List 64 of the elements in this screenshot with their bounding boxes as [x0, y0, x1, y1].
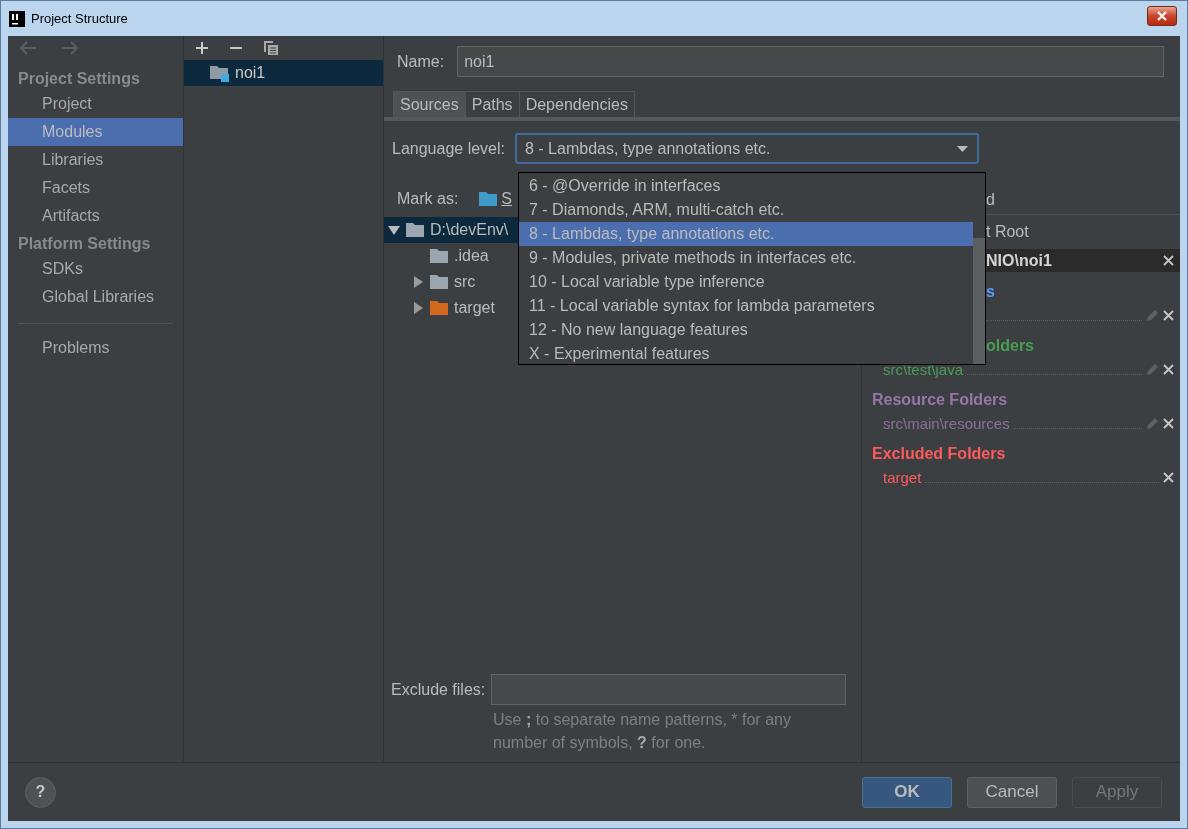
scrollbar-thumb[interactable] [973, 238, 985, 364]
module-folder-icon [210, 64, 229, 82]
language-level-option[interactable]: 6 - @Override in interfaces [519, 174, 973, 198]
tab[interactable]: Sources [393, 91, 466, 117]
exclude-files-field[interactable] [491, 674, 847, 705]
close-icon[interactable] [1163, 471, 1174, 483]
folder-icon [479, 192, 498, 206]
sidebar-section-title: Project Settings [17, 69, 141, 89]
sidebar-item[interactable]: Facets [8, 174, 183, 202]
tree-row[interactable]: .idea [384, 243, 518, 269]
sidebar-item[interactable]: SDKs [8, 255, 183, 283]
dialog-button[interactable]: OK [862, 776, 952, 808]
mark-as-label: Mark as: [397, 190, 459, 208]
language-level-option[interactable]: 7 - Diamonds, ARM, multi-catch etc. [519, 198, 973, 222]
folder-icon [430, 301, 448, 315]
sidebar-item[interactable]: Artifacts [8, 202, 183, 230]
language-level-label: Language level: [392, 139, 505, 158]
folder-group-title: s [986, 282, 996, 302]
sidebar-item[interactable]: Global Libraries [8, 283, 183, 311]
tree-row[interactable]: D:\devEnv\ [384, 217, 518, 243]
sidebar-item[interactable]: Libraries [8, 146, 183, 174]
close-icon[interactable] [1163, 417, 1174, 429]
expand-arrow-icon[interactable] [388, 224, 400, 236]
name-field[interactable]: noi1 [457, 46, 1164, 77]
window-title: Project Structure [31, 11, 128, 26]
name-label: Name: [397, 52, 445, 71]
expand-arrow-icon[interactable] [412, 302, 424, 314]
close-icon[interactable] [1163, 309, 1174, 321]
language-level-option[interactable]: 10 - Local variable type inference [519, 270, 973, 294]
folder-path: src\main\resources [883, 414, 1010, 432]
header-text: d [986, 191, 995, 209]
folder-group-title: Resource Folders [871, 390, 1009, 410]
content-root-title: t Root [986, 223, 1029, 241]
tree-row[interactable]: src [384, 269, 518, 295]
language-level-option[interactable]: 11 - Local variable syntax for lambda parameters [519, 294, 973, 318]
language-level-option[interactable]: 12 - No new language features [519, 318, 973, 342]
dropdown-caret-icon [957, 145, 968, 152]
close-icon[interactable] [1163, 255, 1174, 266]
folder-path: target [883, 468, 922, 486]
language-level-dropdown[interactable]: 8 - Lambdas, type annotations etc. [515, 133, 979, 164]
folder-icon [430, 275, 448, 289]
folder-icon [406, 223, 424, 237]
app-logo-icon [9, 10, 25, 27]
exclude-files-hint: Use ; to separate name patterns, * for any number of symbols, ? for one. [493, 710, 792, 753]
module-item[interactable]: noi1 [184, 60, 383, 86]
expand-arrow-icon[interactable] [412, 276, 424, 288]
tree-row[interactable]: target [384, 295, 518, 321]
folder-group-title: Excluded Folders [871, 444, 1007, 464]
help-button[interactable]: ? [25, 776, 56, 808]
copy-icon[interactable] [263, 40, 279, 56]
content-root-path: NIO\noi1 [986, 249, 1180, 272]
dialog-button[interactable]: Cancel [967, 776, 1057, 808]
sources-mark-button[interactable]: S [479, 190, 512, 208]
folder-icon [430, 249, 448, 263]
add-icon[interactable] [195, 41, 209, 55]
sidebar-item[interactable]: Problems [8, 334, 183, 362]
close-icon[interactable] [1163, 363, 1174, 375]
close-button[interactable] [1147, 5, 1177, 26]
exclude-files-label: Exclude files: [391, 680, 486, 699]
close-icon [1156, 10, 1168, 21]
sidebar-section-title: Platform Settings [17, 234, 152, 254]
language-level-option[interactable]: 9 - Modules, private methods in interfaces etc. [519, 246, 973, 270]
folder-group-title: olders [986, 336, 1035, 356]
sidebar-item[interactable]: Project [8, 90, 183, 118]
